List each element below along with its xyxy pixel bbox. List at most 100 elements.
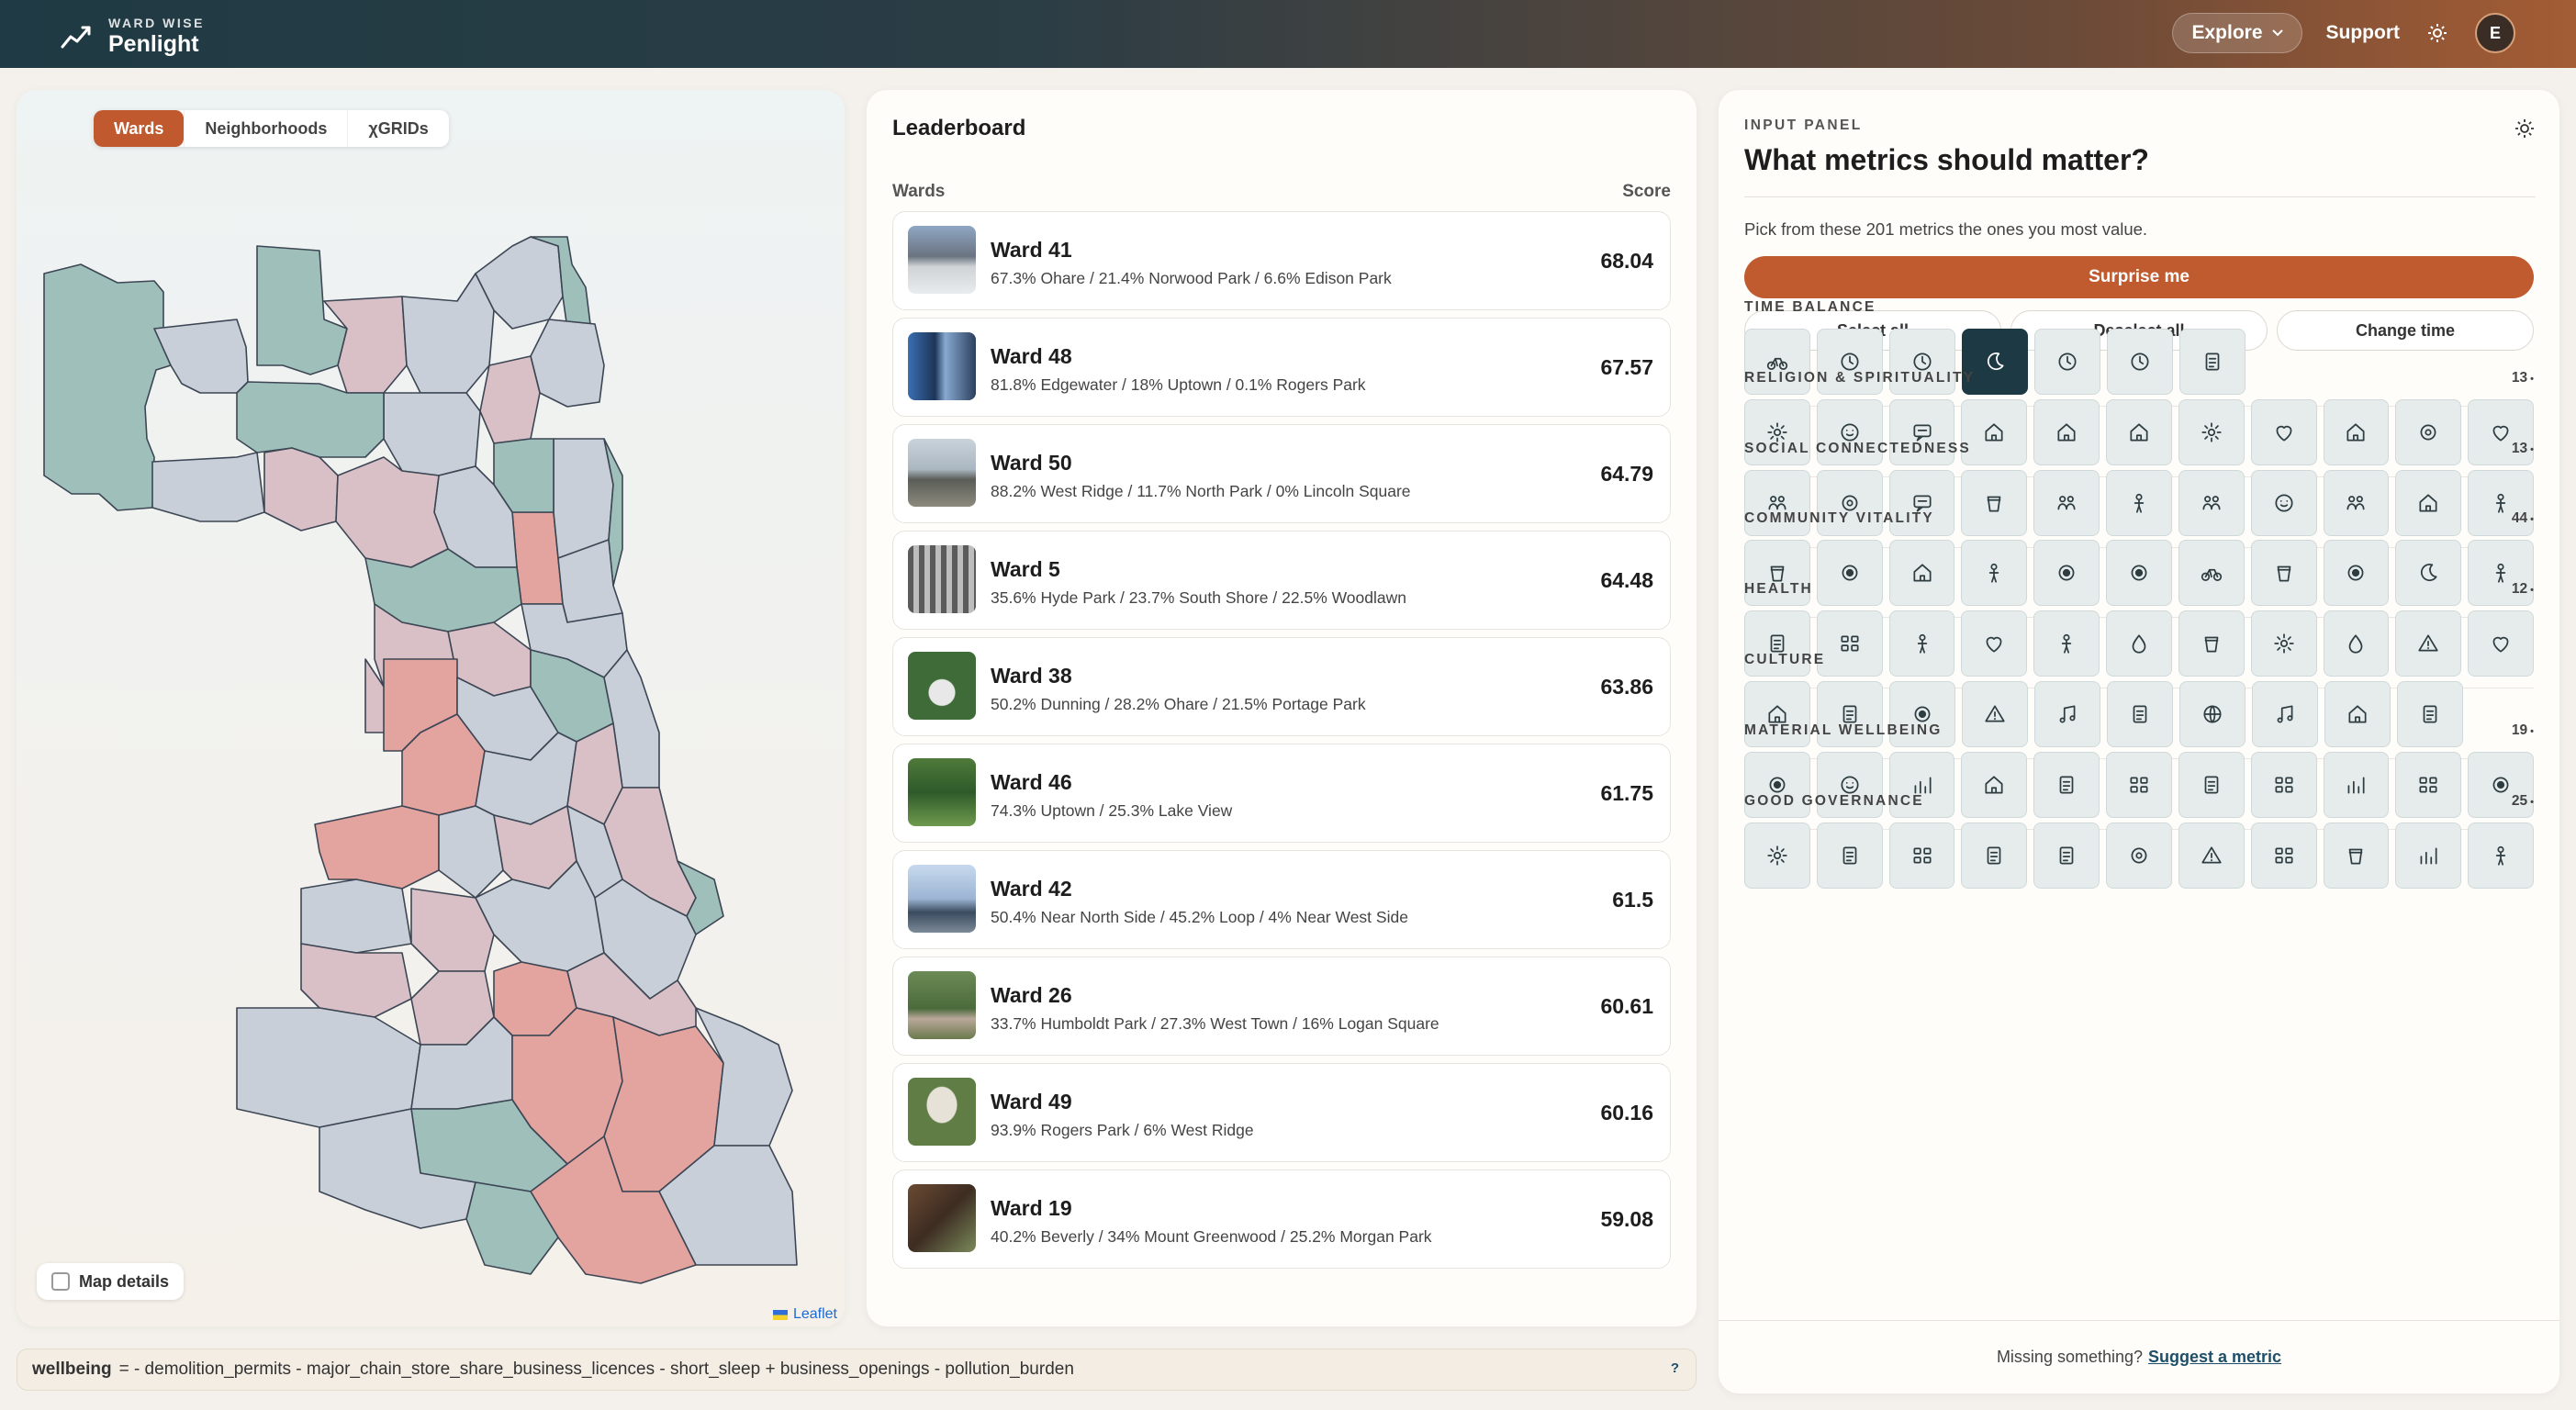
ward-photo [908, 545, 976, 613]
metric-toggle-button[interactable] [1961, 822, 2028, 889]
sun-icon[interactable] [2424, 19, 2451, 47]
tab-neighborhoods[interactable]: Neighborhoods [184, 110, 347, 147]
ward-region [383, 392, 481, 476]
ward-region [314, 805, 440, 890]
ward-map[interactable] [17, 90, 845, 1326]
formula-bar[interactable]: wellbeing = - demolition_permits - major… [17, 1348, 1697, 1391]
map-attribution[interactable]: Leaflet [772, 1306, 837, 1323]
brand-tagline: WARD WISE [108, 16, 205, 30]
leaderboard-row[interactable]: Ward 49 93.9% Rogers Park / 6% West Ridg… [892, 1063, 1671, 1162]
leaderboard-header: Wards Score [892, 182, 1671, 202]
leaderboard-row[interactable]: Ward 46 74.3% Uptown / 25.3% Lake View 6… [892, 744, 1671, 843]
brand-logo[interactable]: WARD WISE Penlight [61, 17, 205, 56]
ward-region [263, 447, 339, 532]
leaderboard-row[interactable]: Ward 38 50.2% Dunning / 28.2% Ohare / 21… [892, 637, 1671, 736]
map-panel[interactable]: Wards Neighborhoods χGRIDs Map details L… [17, 90, 845, 1326]
metric-toggle-button[interactable] [2178, 822, 2245, 889]
ward-name: Ward 38 [991, 664, 1072, 688]
ward-name: Ward 26 [991, 983, 1072, 1007]
category-count[interactable]: 19 [2512, 722, 2534, 743]
panel-kicker: INPUT PANEL [1744, 118, 1863, 133]
leaderboard-row[interactable]: Ward 48 81.8% Edgewater / 18% Uptown / 0… [892, 318, 1671, 417]
ward-region [151, 452, 265, 522]
ward-region [530, 319, 605, 408]
avatar[interactable]: E [2475, 13, 2515, 53]
car-icon [2349, 848, 2363, 865]
leaderboard-row[interactable]: Ward 5 35.6% Hyde Park / 23.7% South Sho… [892, 531, 1671, 630]
ward-score: 67.57 [1600, 355, 1653, 379]
category-count[interactable]: 25 [2512, 793, 2534, 813]
explore-label: Explore [2191, 22, 2263, 43]
category-header: TIME BALANCE [1744, 299, 2534, 319]
explore-dropdown[interactable]: Explore [2172, 13, 2302, 53]
metric-category: GOOD GOVERNANCE 25 [1744, 793, 2534, 889]
category-header: GOOD GOVERNANCE 25 [1744, 793, 2534, 813]
ward-region [300, 943, 412, 1018]
attribution-link[interactable]: Leaflet [793, 1306, 837, 1323]
leaderboard-row[interactable]: Ward 42 50.4% Near North Side / 45.2% Lo… [892, 850, 1671, 949]
leaderboard-list: Ward 41 67.3% Ohare / 21.4% Norwood Park… [892, 211, 1671, 1276]
person-icon [2495, 845, 2506, 866]
ward-photo [908, 439, 976, 507]
support-link[interactable]: Support [2326, 22, 2400, 44]
ward-neighborhoods: 33.7% Humboldt Park / 27.3% West Town / … [991, 1014, 1439, 1033]
panel-title: What metrics should matter? [1744, 143, 2149, 176]
ward-name: Ward 46 [991, 770, 1072, 794]
category-count[interactable]: 44 [2512, 510, 2534, 531]
grid-icon [2275, 847, 2293, 864]
tab-xgrids[interactable]: χGRIDs [347, 110, 448, 147]
ward-region [236, 1007, 421, 1128]
tower-icon [2201, 846, 2222, 864]
ward-region [153, 319, 249, 394]
metric-toggle-button[interactable] [2033, 822, 2100, 889]
surprise-me-button[interactable]: Surprise me [1744, 256, 2534, 298]
metric-toggle-button[interactable] [2468, 822, 2534, 889]
column-wards: Wards [892, 182, 946, 201]
ward-score: 63.86 [1600, 675, 1653, 699]
ward-photo [908, 758, 976, 826]
metric-toggle-button[interactable] [2323, 822, 2390, 889]
ward-name: Ward 50 [991, 451, 1072, 475]
map-details-label: Map details [79, 1271, 170, 1291]
help-icon[interactable]: ? [1671, 1360, 1679, 1376]
map-details-toggle[interactable]: Map details [37, 1263, 185, 1300]
leaderboard-row[interactable]: Ward 26 33.7% Humboldt Park / 27.3% West… [892, 957, 1671, 1056]
ward-neighborhoods: 81.8% Edgewater / 18% Uptown / 0.1% Roge… [991, 375, 1366, 394]
panel-description: Pick from these 201 metrics the ones you… [1744, 219, 2148, 239]
tab-wards[interactable]: Wards [94, 110, 185, 147]
settings-icon[interactable] [2514, 118, 2536, 144]
flag-icon [772, 1309, 788, 1320]
formula-expression: = - demolition_permits - major_chain_sto… [118, 1360, 1074, 1379]
leaderboard-row[interactable]: Ward 41 67.3% Ohare / 21.4% Norwood Park… [892, 211, 1671, 310]
map-layer-toggle[interactable]: Wards Neighborhoods χGRIDs [94, 110, 449, 147]
category-name: GOOD GOVERNANCE [1744, 793, 1924, 809]
brand-name: Penlight [108, 31, 199, 57]
metric-toggle-button[interactable] [1816, 822, 1883, 889]
ward-photo [908, 652, 976, 720]
ward-photo [908, 865, 976, 933]
metric-toggle-button[interactable] [1888, 822, 1955, 889]
metric-toggle-button[interactable] [1744, 822, 1810, 889]
suggest-metric-link[interactable]: Suggest a metric [2148, 1348, 2281, 1367]
category-name: HEALTH [1744, 581, 1813, 597]
ward-neighborhoods: 35.6% Hyde Park / 23.7% South Shore / 22… [991, 588, 1407, 607]
ward-score: 61.75 [1600, 781, 1653, 805]
category-count[interactable]: 13 [2512, 370, 2534, 390]
category-count[interactable]: 12 [2512, 581, 2534, 601]
category-count[interactable]: 13 [2512, 441, 2534, 461]
metric-toggle-button[interactable] [2395, 822, 2462, 889]
trend-icon [2420, 847, 2437, 865]
leaderboard-title: Leaderboard [892, 116, 1026, 140]
leaderboard-row[interactable]: Ward 50 88.2% West Ridge / 11.7% North P… [892, 424, 1671, 523]
metric-toggle-button[interactable] [2106, 822, 2172, 889]
category-name: RELIGION & SPIRITUALITY [1744, 370, 1976, 386]
metric-toggle-button[interactable] [2250, 822, 2317, 889]
footer-text: Missing something? [1996, 1348, 2144, 1366]
leaderboard-row[interactable]: Ward 19 40.2% Beverly / 34% Mount Greenw… [892, 1169, 1671, 1269]
category-name: TIME BALANCE [1744, 299, 1876, 315]
metric-icon-row [1744, 822, 2534, 889]
category-header: HEALTH 12 [1744, 581, 2534, 601]
map-details-checkbox[interactable] [51, 1272, 70, 1291]
ward-region [236, 381, 385, 458]
ward-score: 64.48 [1600, 568, 1653, 592]
